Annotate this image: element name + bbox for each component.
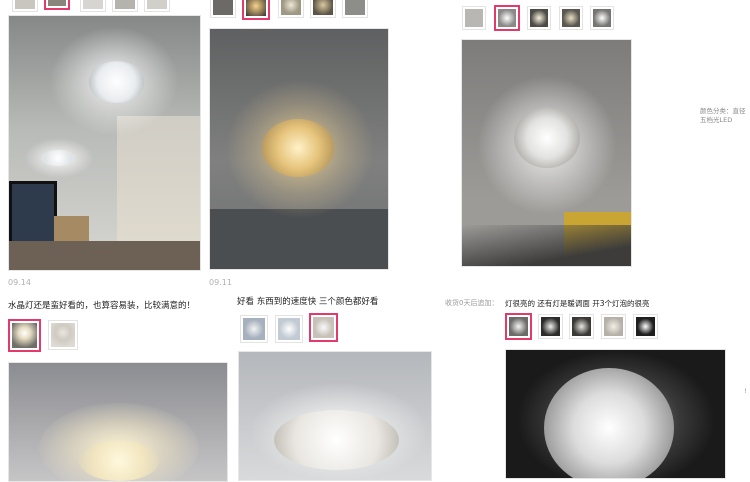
chandelier-icon: [514, 108, 580, 168]
review2-thumb-c[interactable]: [278, 0, 304, 18]
review1b-photo[interactable]: [8, 362, 228, 482]
review1-thumb-e[interactable]: [144, 0, 170, 12]
review2b-thumb-a[interactable]: [240, 315, 268, 343]
sku-info-line1: 颜色分类：直径: [700, 107, 746, 115]
review1b-thumb-b[interactable]: [48, 320, 78, 350]
review2b-photo[interactable]: [238, 351, 432, 481]
review3b-thumb-e[interactable]: [633, 314, 658, 339]
chandelier-icon: [89, 61, 144, 103]
photo-ceiling-edge: [462, 225, 631, 266]
review2-thumb-d[interactable]: [310, 0, 336, 18]
review1-thumb-selected[interactable]: [44, 0, 70, 10]
review3-photo[interactable]: [461, 39, 632, 267]
review3b-photo[interactable]: [505, 349, 726, 479]
review3b-thumb-selected[interactable]: [505, 313, 532, 340]
review2-photo[interactable]: [209, 28, 389, 270]
review2-thumb-e[interactable]: [342, 0, 368, 18]
review3-appended-label: 收货0天后追加：: [445, 299, 499, 307]
review2b-thumb-selected[interactable]: [309, 313, 338, 342]
chandelier-icon: [79, 441, 159, 481]
review2-thumb-a[interactable]: [210, 0, 236, 18]
review1-date: 09.14: [8, 278, 31, 287]
photo-floor: [9, 241, 200, 270]
sku-info-line2: 五档光LED: [700, 116, 733, 124]
review2b-thumb-b[interactable]: [275, 315, 303, 343]
review2-date: 09.11: [209, 278, 232, 287]
review3-thumb-selected[interactable]: [494, 5, 520, 31]
review1-thumb-a[interactable]: [12, 0, 38, 12]
right-edge-mark: !: [744, 387, 747, 395]
chandelier-icon: [262, 119, 334, 177]
review1b-thumb-selected[interactable]: [8, 319, 41, 352]
chandelier-icon: [274, 410, 399, 470]
review3b-thumb-d[interactable]: [601, 314, 626, 339]
chandelier-small-icon: [41, 150, 75, 166]
review3-appended-comment: 灯很亮的 还有灯是暖调面 开3个灯泡的很亮: [505, 299, 650, 308]
review3b-thumb-b[interactable]: [538, 314, 563, 339]
review3-thumb-e[interactable]: [590, 6, 614, 30]
review2-thumb-selected[interactable]: [242, 0, 270, 20]
chandelier-icon: [544, 368, 674, 478]
review1-comment: 水晶灯还是蛮好看的，也算容易装，比较满意的！: [8, 301, 196, 311]
review1-thumb-c[interactable]: [80, 0, 106, 12]
review3b-thumb-c[interactable]: [569, 314, 594, 339]
review3-thumb-d[interactable]: [559, 6, 583, 30]
review3-thumb-c[interactable]: [527, 6, 551, 30]
review1-photo[interactable]: [8, 15, 201, 271]
photo-box: [54, 216, 89, 241]
review1-thumb-d[interactable]: [112, 0, 138, 12]
review3-thumb-a[interactable]: [462, 6, 486, 30]
review2-comment: 好看 东西到的速度快 三个颜色都好看: [237, 297, 379, 307]
